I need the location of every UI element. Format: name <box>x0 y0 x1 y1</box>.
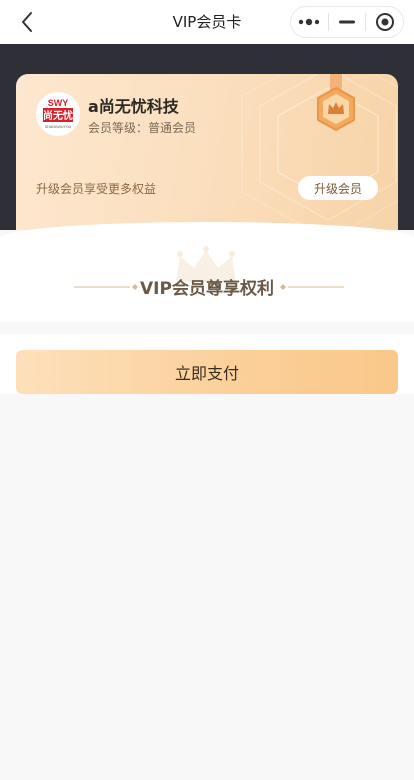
brand-name: a尚无忧科技 <box>88 97 179 116</box>
title-decoration-right-icon <box>280 284 344 290</box>
hexagon-pattern-icon <box>241 74 398 230</box>
pay-now-button[interactable]: 立即支付 <box>16 350 398 394</box>
svg-text:SHANGWUYOU: SHANGWUYOU <box>45 125 72 129</box>
close-button[interactable] <box>366 7 403 37</box>
more-dots-icon <box>299 18 320 26</box>
minus-icon <box>339 20 355 24</box>
navbar: VIP会员卡 <box>0 0 414 44</box>
shangwuyou-logo-icon: SWY 尚无忧 SHANGWUYOU <box>43 98 73 129</box>
member-card: SWY 尚无忧 SHANGWUYOU a尚无忧科技 会员等级：普通会员 升级会员… <box>16 74 398 230</box>
upgrade-hint: 升级会员享受更多权益 <box>36 182 157 196</box>
privilege-section: VIP会员尊享权利 <box>0 222 414 322</box>
svg-text:SWY: SWY <box>48 98 69 108</box>
target-circle-icon <box>375 13 394 31</box>
pay-area: 立即支付 <box>0 334 414 394</box>
privilege-title: VIP会员尊享权利 <box>140 279 274 299</box>
crown-badge-icon <box>317 74 355 132</box>
upgrade-member-button[interactable]: 升级会员 <box>298 176 378 200</box>
minimize-button[interactable] <box>329 7 366 37</box>
svg-text:尚无忧: 尚无忧 <box>43 109 73 122</box>
more-menu-button[interactable] <box>291 7 328 37</box>
member-level: 会员等级：普通会员 <box>88 121 197 135</box>
brand-logo: SWY 尚无忧 SHANGWUYOU <box>36 92 80 136</box>
mini-program-capsule <box>290 6 404 38</box>
